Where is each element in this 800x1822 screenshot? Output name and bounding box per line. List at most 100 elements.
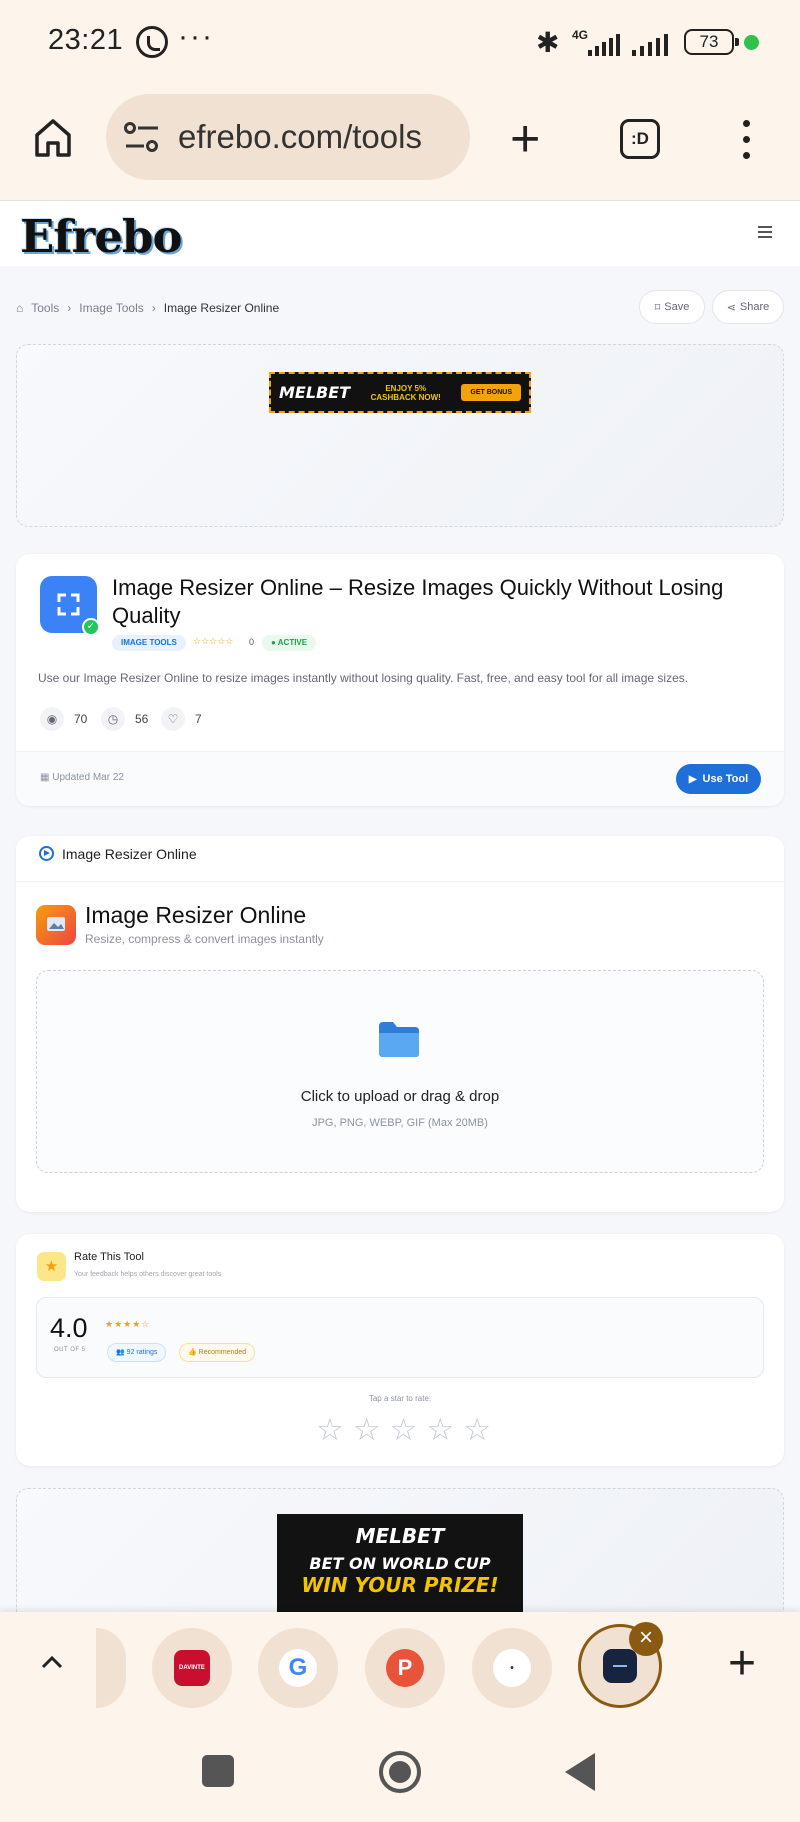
rating-count: 0 <box>249 637 255 647</box>
time-count: 56 <box>135 712 149 726</box>
image-icon <box>36 905 76 945</box>
ad-bottom-line2: WIN YOUR PRIZE! <box>301 1573 499 1597</box>
breadcrumb-tools[interactable]: Tools <box>31 301 59 315</box>
new-tab-button[interactable]: + <box>510 113 540 165</box>
tab-switcher-button[interactable]: :D <box>620 119 660 159</box>
home-small-icon: ⌂ <box>16 301 24 315</box>
views-stat: ◉ 70 <box>40 707 87 731</box>
share-button[interactable]: ⋖ Share <box>712 290 784 324</box>
network-type: 4G <box>572 28 589 42</box>
tool-panel-header-title: Image Resizer Online <box>62 846 197 862</box>
chevron-right-icon: › <box>67 301 72 315</box>
rate-stars: ☆ ☆ ☆ ☆ ☆ <box>316 1414 491 1445</box>
clock-icon: ◷ <box>101 707 125 731</box>
time-stat: ◷ 56 <box>101 707 148 731</box>
share-label: Share <box>739 301 770 313</box>
heart-icon[interactable]: ♡ <box>161 707 185 731</box>
ratings-count: 92 ratings <box>126 1349 158 1356</box>
resizer-subtitle: Resize, compress & convert images instan… <box>85 932 324 946</box>
rate-star-4[interactable]: ☆ <box>426 1414 454 1445</box>
home-icon[interactable] <box>34 118 72 158</box>
whatsapp-icon <box>136 26 168 58</box>
site-settings-icon[interactable] <box>124 122 160 152</box>
tool-description: Use our Image Resizer Online to resize i… <box>38 671 689 685</box>
save-label: Save <box>664 301 690 313</box>
tab-google[interactable]: G <box>258 1628 338 1708</box>
hamburger-menu-icon[interactable] <box>758 226 772 238</box>
recents-button[interactable] <box>202 1755 234 1787</box>
ratings-count-badge: 👥 92 ratings <box>107 1343 167 1362</box>
ad-text: ENJOY 5% CASHBACK NOW! <box>370 383 441 402</box>
ad-bottom-brand: MELBET <box>355 1524 445 1548</box>
rate-star-3[interactable]: ☆ <box>390 1414 418 1445</box>
clock: 23:21 <box>48 24 124 56</box>
chevron-right-icon: › <box>151 301 156 315</box>
url-text[interactable]: efrebo.com/tools <box>178 118 458 156</box>
eye-icon: ◉ <box>40 707 64 731</box>
breadcrumb-image-tools[interactable]: Image Tools <box>79 301 143 315</box>
upload-dropzone[interactable] <box>36 970 764 1173</box>
likes-stat[interactable]: ♡ 7 <box>161 707 202 731</box>
breadcrumb: ⌂ Tools › Image Tools › Image Resizer On… <box>16 298 279 318</box>
davinte-favicon: DAVINTE <box>174 1650 210 1686</box>
card-footer <box>16 751 784 806</box>
tab-site[interactable]: • <box>472 1628 552 1708</box>
site-logo[interactable]: Efrebo <box>20 210 182 263</box>
privacy-indicator <box>744 35 759 50</box>
resizer-title: Image Resizer Online <box>85 902 307 928</box>
save-button[interactable]: ⌑ Save <box>639 290 705 324</box>
p-favicon: P <box>386 1649 424 1687</box>
updated-date: ▦ Updated Mar 22 <box>40 772 124 783</box>
rating-stars: ☆☆☆☆☆ <box>193 636 234 646</box>
average-stars: ★★★★☆ <box>105 1319 151 1329</box>
category-badge[interactable]: IMAGE TOOLS <box>112 635 186 651</box>
recommended-badge: 👍 Recommended <box>179 1343 256 1362</box>
signal-icon-2 <box>632 34 670 56</box>
star-icon: ★ <box>37 1252 66 1281</box>
ad-cta: GET BONUS <box>461 384 521 401</box>
rate-star-2[interactable]: ☆ <box>353 1414 381 1445</box>
efrebo-favicon <box>603 1649 637 1683</box>
average-score: 4.0 <box>50 1313 88 1343</box>
melbet-worldcup-ad[interactable]: MELBET BET ON WORLD CUP WIN YOUR PRIZE! <box>277 1514 523 1618</box>
site-favicon: • <box>493 1649 531 1687</box>
more-dots-icon: ··· <box>178 20 214 53</box>
ad-brand: MELBET <box>279 383 351 402</box>
battery-icon: 73 <box>684 29 739 55</box>
use-tool-label: Use Tool <box>702 773 749 785</box>
browser-menu-icon[interactable] <box>740 120 754 160</box>
google-icon: G <box>279 1649 317 1687</box>
verified-check-icon: ✓ <box>82 618 100 636</box>
active-badge: ● ACTIVE <box>262 635 317 651</box>
likes-count: 7 <box>195 712 202 726</box>
bluetooth-icon: ✱ <box>536 27 560 58</box>
breadcrumb-current: Image Resizer Online <box>163 301 280 315</box>
views-count: 70 <box>74 712 88 726</box>
rate-subtitle: Your feedback helps others discover grea… <box>74 1271 222 1278</box>
recommended-label: Recommended <box>198 1349 247 1356</box>
use-tool-button[interactable]: ▶ Use Tool <box>676 764 761 794</box>
rating-summary <box>36 1297 764 1378</box>
rate-title: Rate This Tool <box>74 1251 144 1263</box>
upload-instruction: Click to upload or drag & drop <box>300 1088 500 1105</box>
close-tab-icon[interactable]: × <box>629 1622 663 1656</box>
folder-icon[interactable] <box>377 1020 421 1058</box>
tap-prompt: Tap a star to rate: <box>368 1394 432 1403</box>
tab-p[interactable]: P <box>365 1628 445 1708</box>
share-icon: ⋖ <box>726 301 736 314</box>
out-of-label: OUT OF 5 <box>54 1347 86 1353</box>
upload-formats: JPG, PNG, WEBP, GIF (Max 20MB) <box>312 1117 488 1129</box>
tab-davinte[interactable]: DAVINTE <box>152 1628 232 1708</box>
chevron-up-icon[interactable] <box>40 1650 64 1674</box>
play-icon: ▶ <box>688 773 697 785</box>
bookmark-icon: ⌑ <box>654 301 661 314</box>
add-tab-button[interactable]: + <box>728 1640 756 1688</box>
rate-star-5[interactable]: ☆ <box>463 1414 491 1445</box>
melbet-banner-ad[interactable]: MELBET ENJOY 5% CASHBACK NOW! GET BONUS <box>269 372 531 413</box>
signal-icon <box>588 34 620 56</box>
play-circle-icon <box>39 846 54 861</box>
back-button[interactable] <box>565 1753 595 1791</box>
rate-star-1[interactable]: ☆ <box>316 1414 344 1445</box>
ad-bottom-line1: BET ON WORLD CUP <box>309 1554 491 1573</box>
home-nav-button[interactable] <box>379 1751 421 1793</box>
